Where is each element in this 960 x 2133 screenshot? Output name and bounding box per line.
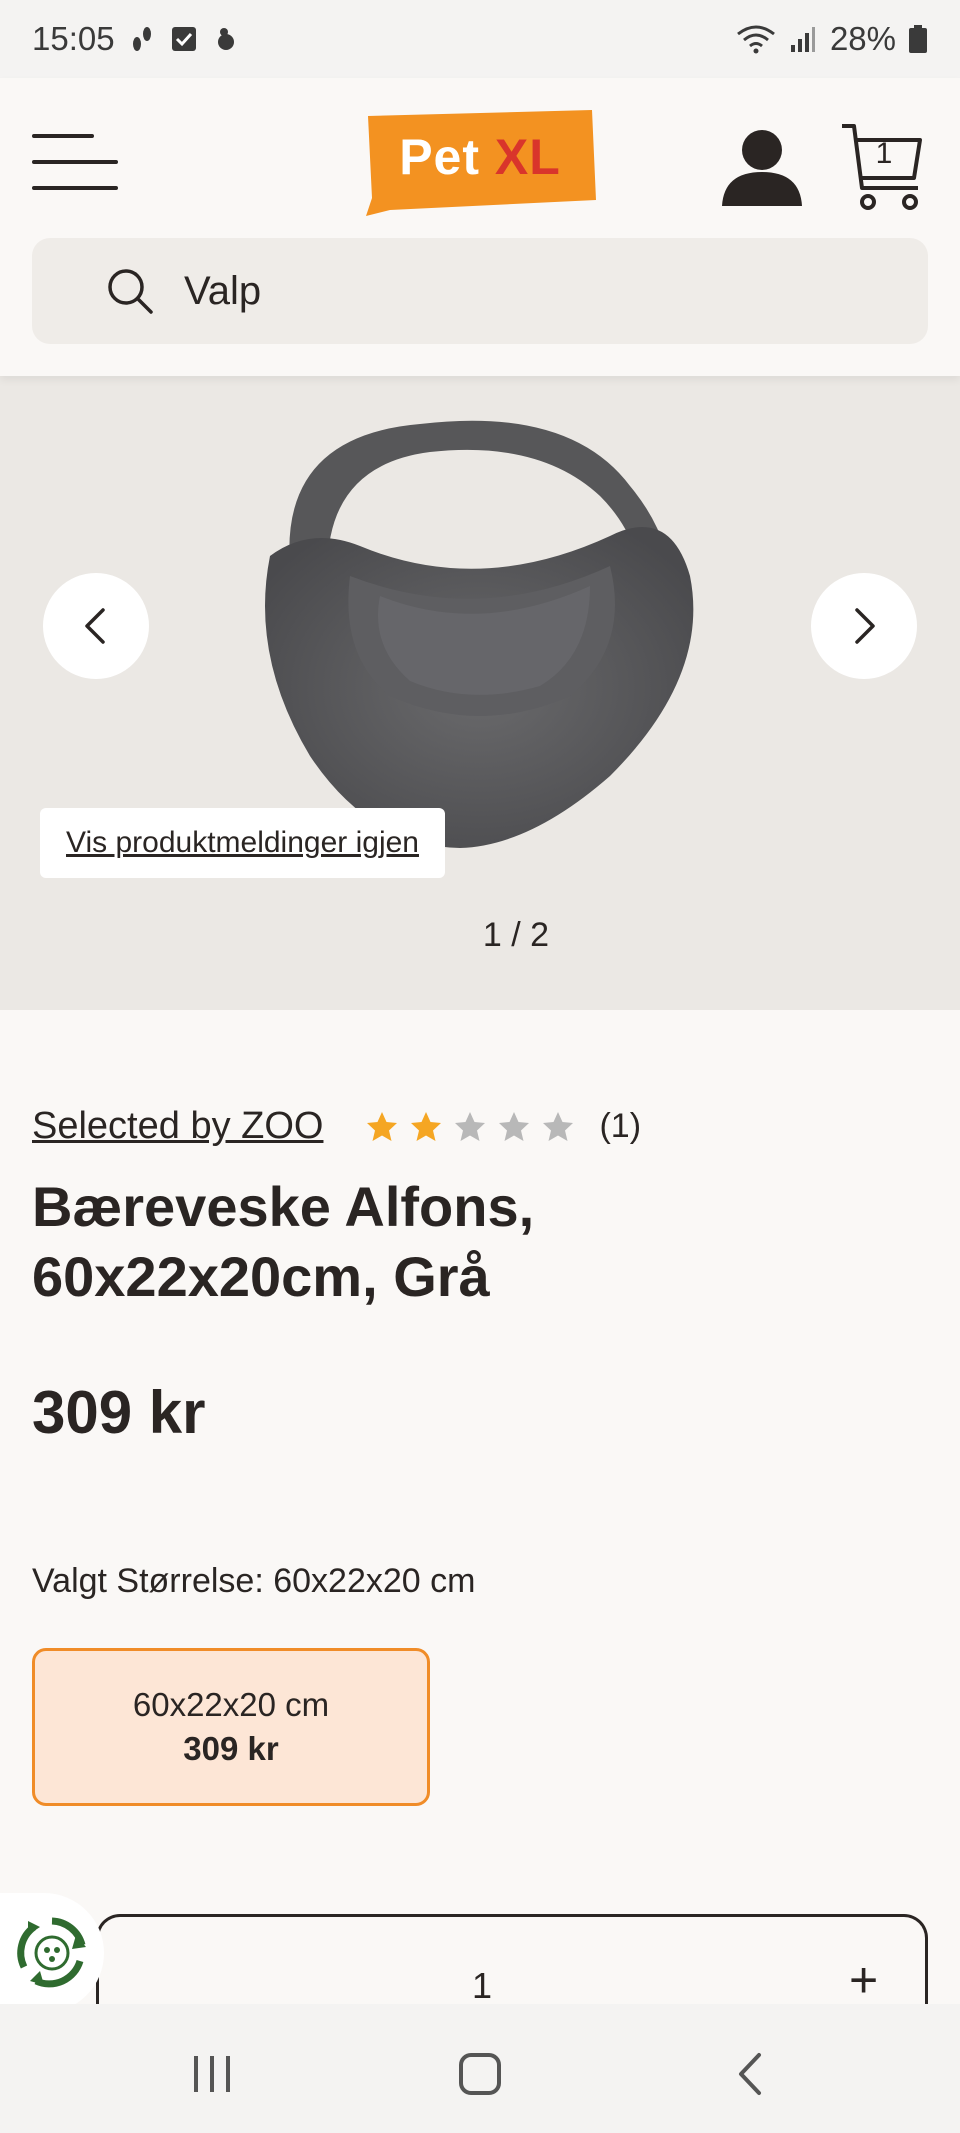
product-title: Bæreveske Alfons, 60x22x20cm, Grå xyxy=(32,1172,912,1312)
product-gallery: Vis produktmeldinger igjen 1 / 2 xyxy=(0,376,960,1010)
star-empty-icon xyxy=(499,1111,530,1141)
home-button[interactable] xyxy=(450,2044,510,2104)
review-count[interactable]: (1) xyxy=(599,1107,641,1146)
menu-button[interactable] xyxy=(32,134,118,190)
size-option-button[interactable]: 60x22x20 cm 309 kr xyxy=(32,1648,430,1806)
menu-line-icon xyxy=(32,134,94,138)
status-bar-right: 28% xyxy=(736,20,928,58)
recycle-icon xyxy=(17,1917,86,1988)
gallery-pager: 1 / 2 xyxy=(482,916,550,954)
system-nav-bar xyxy=(0,2004,960,2133)
battery-percent: 28% xyxy=(829,20,896,57)
status-time: 15:05 xyxy=(32,20,115,57)
quantity-plus-button[interactable]: + xyxy=(849,1955,878,2005)
cart-count-badge: 1 xyxy=(875,137,893,170)
selected-size-label: Valgt Størrelse: 60x22x20 cm xyxy=(32,1562,476,1600)
cart-button[interactable]: 1 xyxy=(840,122,926,212)
notification-app-icon xyxy=(211,24,241,54)
eco-badge-button[interactable] xyxy=(0,1893,104,2013)
recent-apps-button[interactable] xyxy=(182,2044,242,2104)
home-icon xyxy=(459,2053,501,2095)
product-price: 309 kr xyxy=(32,1379,206,1446)
chevron-left-icon xyxy=(85,608,105,644)
menu-line-icon xyxy=(32,186,118,190)
quantity-value[interactable]: 1 xyxy=(472,1965,492,2007)
size-option-size: 60x22x20 cm xyxy=(132,1686,330,1723)
notification-check-icon xyxy=(169,24,199,54)
account-button[interactable] xyxy=(720,128,804,208)
wifi-icon xyxy=(736,24,776,54)
star-empty-icon xyxy=(543,1111,574,1141)
product-title-line-2: 60x22x20cm, Grå xyxy=(32,1245,490,1308)
search-input-value: Valp xyxy=(184,268,262,313)
product-title-line-1: Bæreveske Alfons, xyxy=(32,1175,535,1238)
star-filled-icon xyxy=(367,1111,398,1141)
product-image xyxy=(250,396,710,866)
gallery-next-button[interactable] xyxy=(811,573,917,679)
logo-text-xl: XL xyxy=(494,129,561,185)
status-bar: 15:05 28% xyxy=(0,0,960,78)
menu-line-icon xyxy=(32,160,118,164)
size-option-price: 309 kr xyxy=(183,1730,279,1767)
recent-apps-icon xyxy=(194,2056,230,2092)
notification-steps-icon xyxy=(127,24,157,54)
rating-stars[interactable] xyxy=(365,1110,575,1144)
logo-text-pet: Pet xyxy=(399,129,480,185)
brand-link[interactable]: Selected by ZOO xyxy=(32,1105,323,1148)
search-input[interactable]: Valp xyxy=(32,238,928,344)
gallery-prev-button[interactable] xyxy=(43,573,149,679)
show-product-notices-button[interactable]: Vis produktmeldinger igjen xyxy=(40,808,445,878)
search-icon xyxy=(108,269,153,314)
petxl-logo[interactable]: Pet XL xyxy=(360,108,600,218)
battery-icon xyxy=(908,24,928,54)
back-button[interactable] xyxy=(720,2044,780,2104)
star-empty-icon xyxy=(455,1111,486,1141)
back-icon xyxy=(739,2053,761,2095)
brand-rating-row: Selected by ZOO (1) xyxy=(32,1105,641,1148)
chevron-right-icon xyxy=(855,608,875,644)
star-filled-icon xyxy=(411,1111,442,1141)
status-bar-left: 15:05 xyxy=(32,20,241,58)
signal-icon xyxy=(788,24,818,54)
site-header: Pet XL 1 Valp xyxy=(0,78,960,376)
user-icon xyxy=(722,130,802,206)
